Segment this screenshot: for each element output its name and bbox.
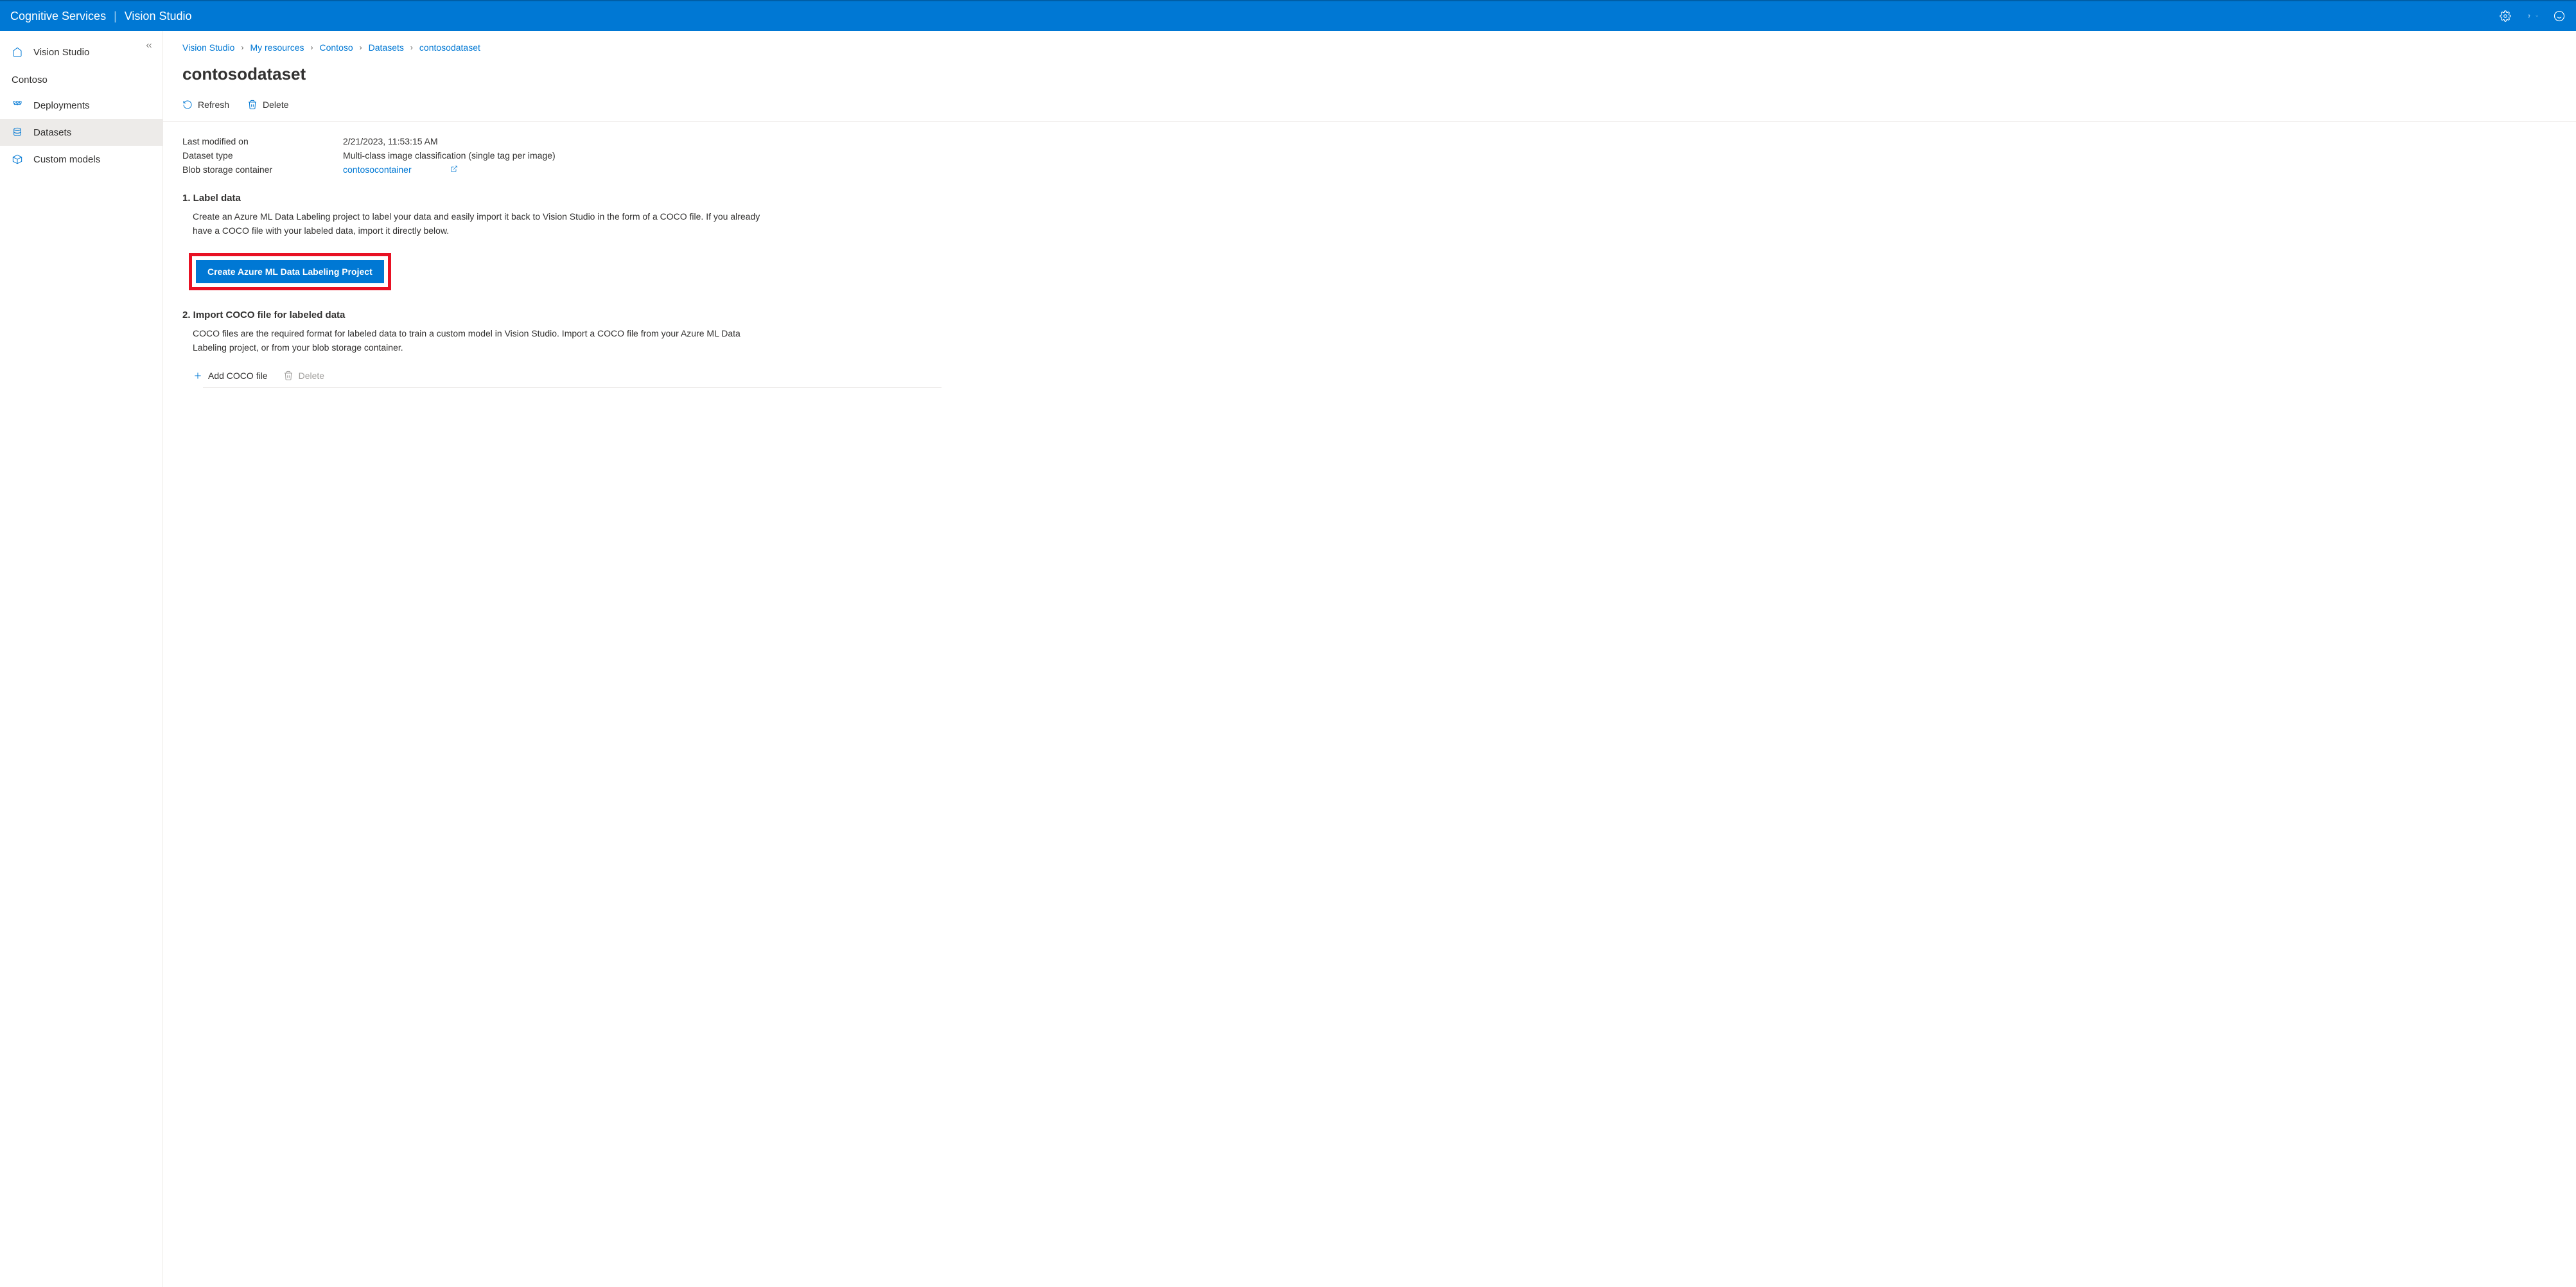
highlight-annotation: Create Azure ML Data Labeling Project (189, 253, 391, 290)
sidebar-item-label: Deployments (33, 100, 90, 111)
divider (163, 121, 2576, 122)
main-content: Vision Studio › My resources › Contoso ›… (163, 31, 2576, 1287)
plus-icon (193, 371, 203, 381)
sidebar-resource-heading: Contoso (0, 66, 162, 92)
meta-value-dataset-type: Multi-class image classification (single… (343, 150, 556, 161)
section2-heading: 2. Import COCO file for labeled data (182, 310, 2557, 320)
sidebar-item-datasets[interactable]: Datasets (0, 119, 162, 146)
section2-toolbar: Add COCO file Delete (182, 371, 2557, 381)
sidebar-item-custom-models[interactable]: Custom models (0, 146, 162, 173)
blob-container-link[interactable]: contosocontainer (343, 164, 458, 175)
breadcrumb-current: contosodataset (419, 42, 480, 53)
refresh-button[interactable]: Refresh (182, 100, 229, 110)
meta-label-dataset-type: Dataset type (182, 150, 343, 161)
metadata: Last modified on 2/21/2023, 11:53:15 AM … (182, 136, 2557, 175)
refresh-label: Refresh (198, 100, 229, 110)
custom-models-icon (12, 153, 23, 165)
breadcrumb-link[interactable]: My resources (250, 42, 304, 53)
home-icon (12, 46, 23, 58)
delete-coco-label: Delete (299, 371, 324, 381)
top-bar: Cognitive Services | Vision Studio (0, 0, 2576, 31)
breadcrumb-link[interactable]: Datasets (369, 42, 404, 53)
collapse-sidebar-icon[interactable] (145, 41, 153, 52)
chevron-right-icon: › (360, 43, 362, 52)
meta-value-last-modified: 2/21/2023, 11:53:15 AM (343, 136, 438, 146)
refresh-icon (182, 100, 193, 110)
meta-label-last-modified: Last modified on (182, 136, 343, 146)
toolbar: Refresh Delete (182, 100, 2557, 110)
delete-button[interactable]: Delete (247, 100, 288, 110)
top-bar-title: Cognitive Services | Vision Studio (10, 10, 192, 23)
section2-description: COCO files are the required format for l… (182, 327, 773, 355)
sidebar-item-label: Custom models (33, 154, 100, 165)
sidebar: Vision Studio Contoso Deployments Datase… (0, 31, 163, 1287)
separator: | (114, 10, 117, 23)
breadcrumb-link[interactable]: Vision Studio (182, 42, 234, 53)
feedback-icon[interactable] (2553, 10, 2566, 22)
add-coco-label: Add COCO file (208, 371, 268, 381)
help-icon[interactable] (2526, 10, 2539, 22)
section1-description: Create an Azure ML Data Labeling project… (182, 210, 773, 238)
settings-icon[interactable] (2499, 10, 2512, 22)
add-coco-file-button[interactable]: Add COCO file (193, 371, 268, 381)
meta-label-blob: Blob storage container (182, 164, 343, 175)
chevron-right-icon: › (410, 43, 413, 52)
blob-container-name: contosocontainer (343, 164, 412, 175)
sidebar-item-home[interactable]: Vision Studio (0, 39, 162, 66)
delete-coco-button: Delete (283, 371, 324, 381)
sidebar-item-label: Datasets (33, 127, 71, 138)
top-bar-actions (2499, 10, 2566, 22)
breadcrumb-link[interactable]: Contoso (320, 42, 353, 53)
trash-icon (247, 100, 258, 110)
page-title: contosodataset (182, 64, 2557, 84)
create-labeling-project-button[interactable]: Create Azure ML Data Labeling Project (196, 260, 384, 283)
divider (203, 387, 942, 388)
product-name: Vision Studio (125, 10, 192, 23)
chevron-right-icon: › (311, 43, 313, 52)
brand-name: Cognitive Services (10, 10, 106, 23)
deployments-icon (12, 100, 23, 111)
sidebar-item-deployments[interactable]: Deployments (0, 92, 162, 119)
breadcrumb: Vision Studio › My resources › Contoso ›… (182, 42, 2557, 53)
delete-label: Delete (263, 100, 288, 110)
chevron-right-icon: › (241, 43, 243, 52)
trash-icon (283, 371, 294, 381)
section1-heading: 1. Label data (182, 193, 2557, 204)
external-link-icon (450, 164, 458, 175)
datasets-icon (12, 127, 23, 138)
sidebar-item-label: Vision Studio (33, 47, 89, 58)
